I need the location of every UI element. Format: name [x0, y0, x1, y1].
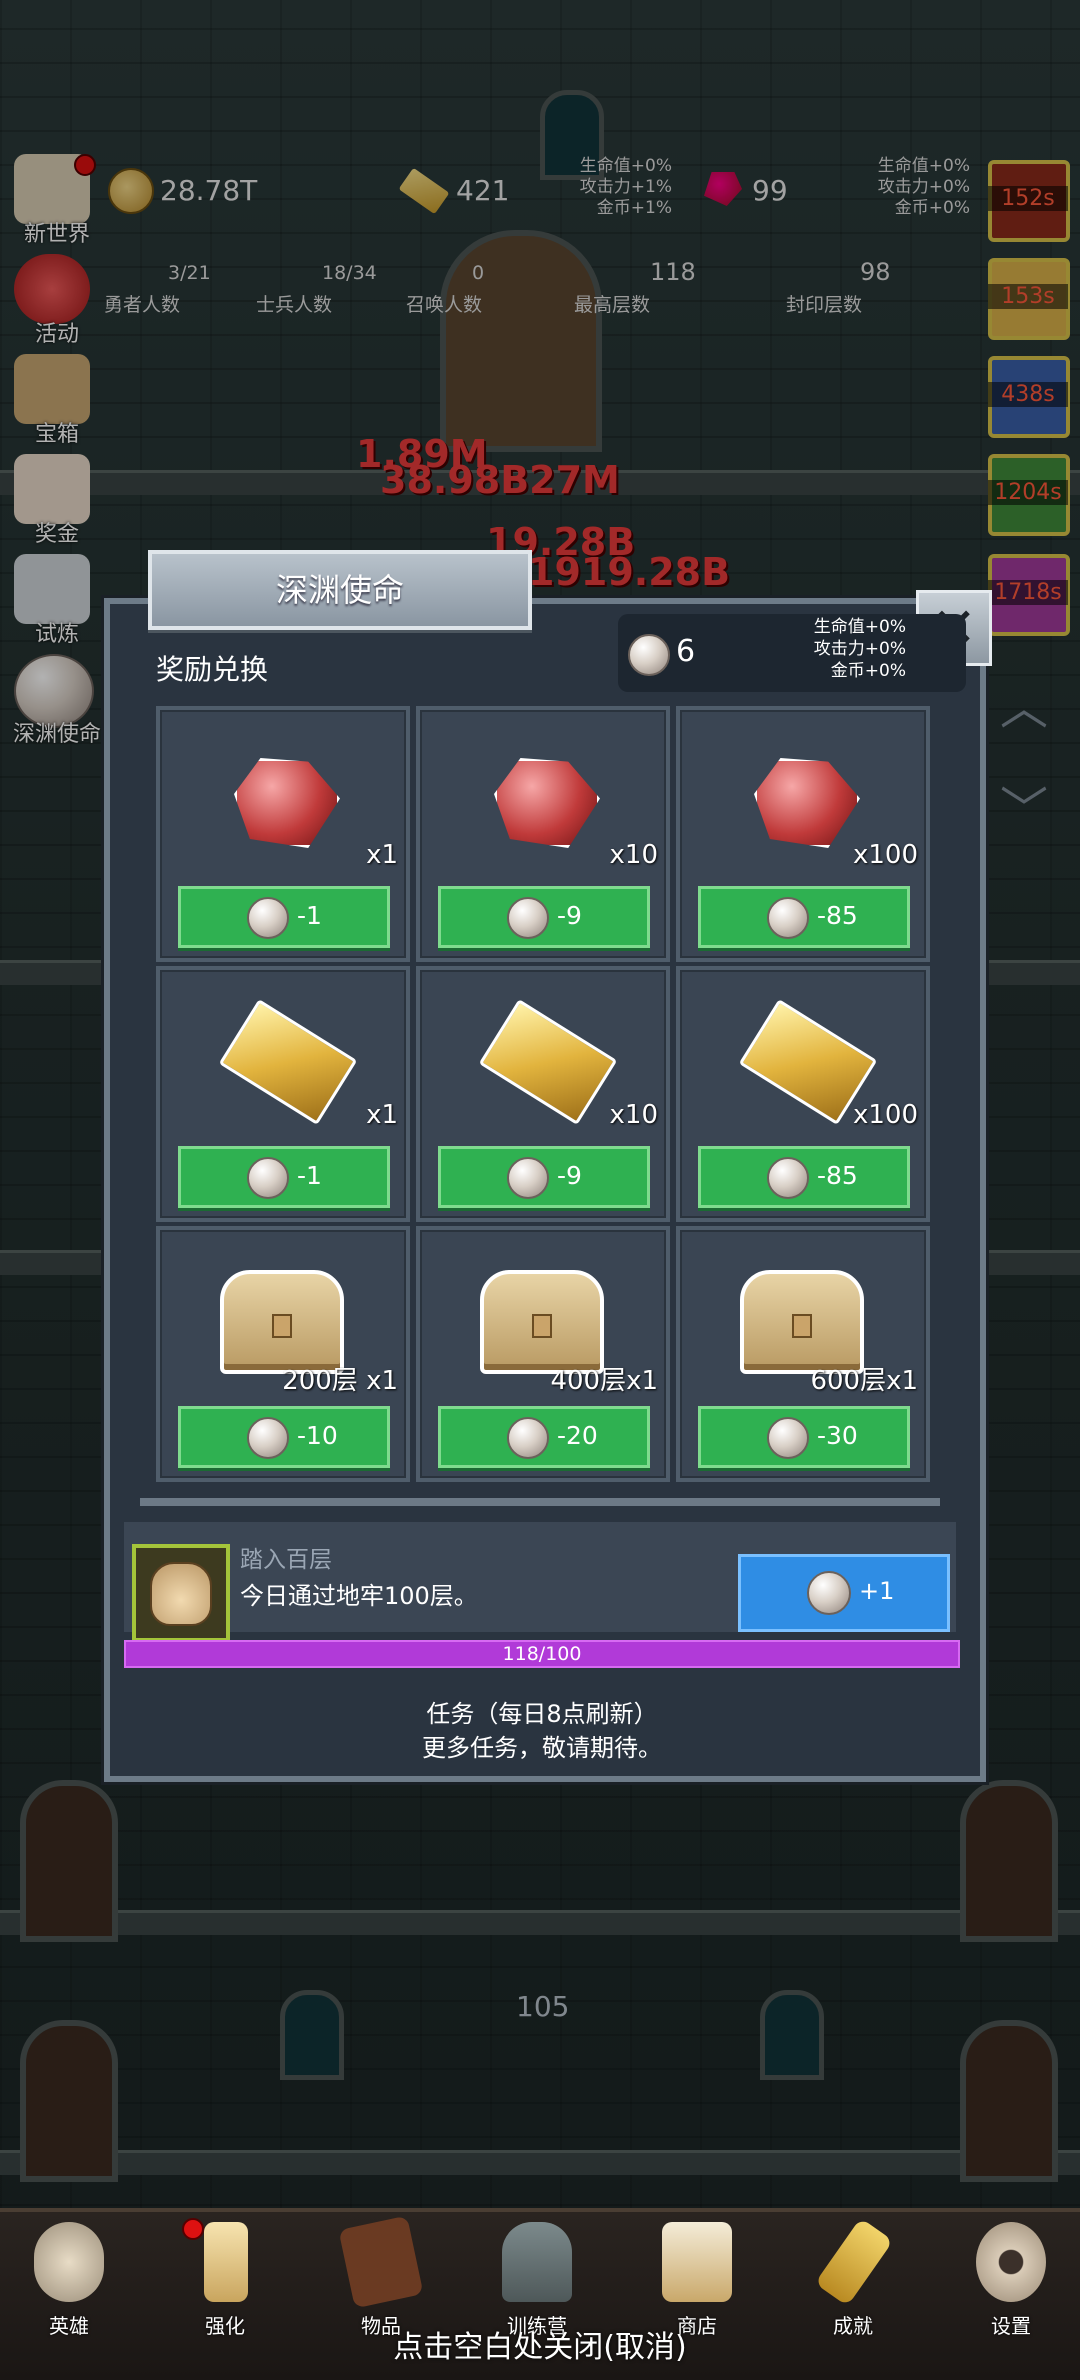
task-name: 踏入百层 [240, 1547, 332, 1573]
pearl-icon [247, 1157, 289, 1199]
pearl-icon [247, 897, 289, 939]
reward-cell-gem-1: x1 -1 [156, 706, 410, 962]
chest-icon [740, 1270, 864, 1374]
bonus-line: 攻击力+0% [813, 639, 906, 659]
exchange-cost: -85 [817, 901, 858, 930]
reward-cell-gold-10: x10 -9 [416, 966, 670, 1222]
reward-cell-chest-200: 200层 x1 -10 [156, 1226, 410, 1482]
pearl-icon [767, 897, 809, 939]
reward-quantity: x100 [852, 1100, 918, 1130]
mug-icon [662, 2222, 732, 2302]
task-refresh-note: 任务（每日8点刷新） [426, 1700, 658, 1728]
reward-cell-gold-1: x1 -1 [156, 966, 410, 1222]
reward-cell-chest-600: 600层x1 -30 [676, 1226, 930, 1482]
reward-quantity: x10 [609, 840, 658, 870]
lantern-icon [502, 2222, 572, 2302]
task-description: 今日通过地牢100层。 [240, 1582, 478, 1610]
nav-shop[interactable]: 商店 [632, 2218, 762, 2338]
reward-quantity: x1 [366, 1100, 398, 1130]
exchange-cost: -85 [817, 1161, 858, 1190]
exchange-button[interactable]: -9 [438, 1146, 650, 1208]
gold-bar-icon [478, 999, 618, 1125]
exchange-cost: -30 [817, 1421, 858, 1450]
gem-icon [754, 758, 860, 848]
notification-dot [182, 2218, 204, 2240]
pearl-icon [767, 1417, 809, 1459]
nav-achievements[interactable]: 成就 [788, 2217, 918, 2338]
gear-icon [976, 2222, 1046, 2302]
reward-quantity: x10 [609, 1100, 658, 1130]
dialog-title-plate: 深渊使命 [148, 550, 532, 630]
exchange-cost: -10 [297, 1421, 338, 1450]
claim-reward-amount: +1 [859, 1577, 895, 1605]
exchange-button[interactable]: -1 [178, 1146, 390, 1208]
pearl-icon [247, 1417, 289, 1459]
nav-settings[interactable]: 设置 [946, 2218, 1076, 2338]
pearl-icon [507, 897, 549, 939]
reward-cell-gem-10: x10 -9 [416, 706, 670, 962]
mission-bonus-stats: 生命值+0% 攻击力+0% 金币+0% [790, 616, 906, 682]
task-icon-frame [132, 1544, 230, 1642]
task-progress-bar: 118/100 [124, 1640, 960, 1668]
chest-icon [220, 1270, 344, 1374]
tap-to-close-hint: 点击空白处关闭(取消) [393, 2330, 687, 2365]
gem-icon [494, 758, 600, 848]
candle-icon [204, 2222, 248, 2302]
exchange-cost: -1 [297, 901, 322, 930]
exchange-cost: -9 [557, 901, 582, 930]
bonus-line: 金币+0% [830, 661, 906, 681]
reward-quantity: 400层x1 [550, 1366, 658, 1396]
section-divider [140, 1498, 940, 1506]
exchange-button[interactable]: -9 [438, 886, 650, 948]
pearl-icon [767, 1157, 809, 1199]
nav-heroes[interactable]: 英雄 [4, 2218, 134, 2338]
reward-quantity: x100 [852, 840, 918, 870]
exchange-button[interactable]: -10 [178, 1406, 390, 1468]
reward-cell-chest-400: 400层x1 -20 [416, 1226, 670, 1482]
exchange-button[interactable]: -85 [698, 1146, 910, 1208]
chest-icon [480, 1270, 604, 1374]
bonus-line: 生命值+0% [813, 617, 906, 637]
reward-quantity: 200层 x1 [282, 1366, 398, 1396]
nav-items[interactable]: 物品 [316, 2215, 446, 2338]
gem-icon [234, 758, 340, 848]
exchange-cost: -20 [557, 1421, 598, 1450]
pearl-icon [628, 634, 670, 676]
task-progress-text: 118/100 [502, 1643, 582, 1665]
money-bag-icon [150, 1562, 212, 1626]
exchange-button[interactable]: -1 [178, 886, 390, 948]
nav-training-camp[interactable]: 训练营 [472, 2218, 602, 2338]
exchange-button[interactable]: -30 [698, 1406, 910, 1468]
nav-enhance[interactable]: 强化 [160, 2218, 290, 2338]
gold-bar-icon [218, 999, 358, 1125]
reward-cell-gem-100: x100 -85 [676, 706, 930, 962]
pearl-balance: 6 [676, 634, 696, 669]
pearl-icon [507, 1417, 549, 1459]
book-icon [338, 2215, 424, 2309]
exchange-cost: -1 [297, 1161, 322, 1190]
reward-quantity: 600层x1 [810, 1366, 918, 1396]
reward-cell-gold-100: x100 -85 [676, 966, 930, 1222]
more-tasks-note: 更多任务，敬请期待。 [422, 1734, 662, 1762]
pearl-icon [807, 1571, 851, 1615]
claim-reward-button[interactable]: +1 [738, 1554, 950, 1632]
exchange-button[interactable]: -85 [698, 886, 910, 948]
exchange-cost: -9 [557, 1161, 582, 1190]
reward-quantity: x1 [366, 840, 398, 870]
dialog-title: 深渊使命 [275, 571, 404, 609]
pearl-icon [507, 1157, 549, 1199]
exchange-button[interactable]: -20 [438, 1406, 650, 1468]
skull-icon [34, 2222, 104, 2302]
key-icon [814, 2217, 894, 2307]
reward-exchange-title: 奖励兑换 [156, 653, 269, 686]
